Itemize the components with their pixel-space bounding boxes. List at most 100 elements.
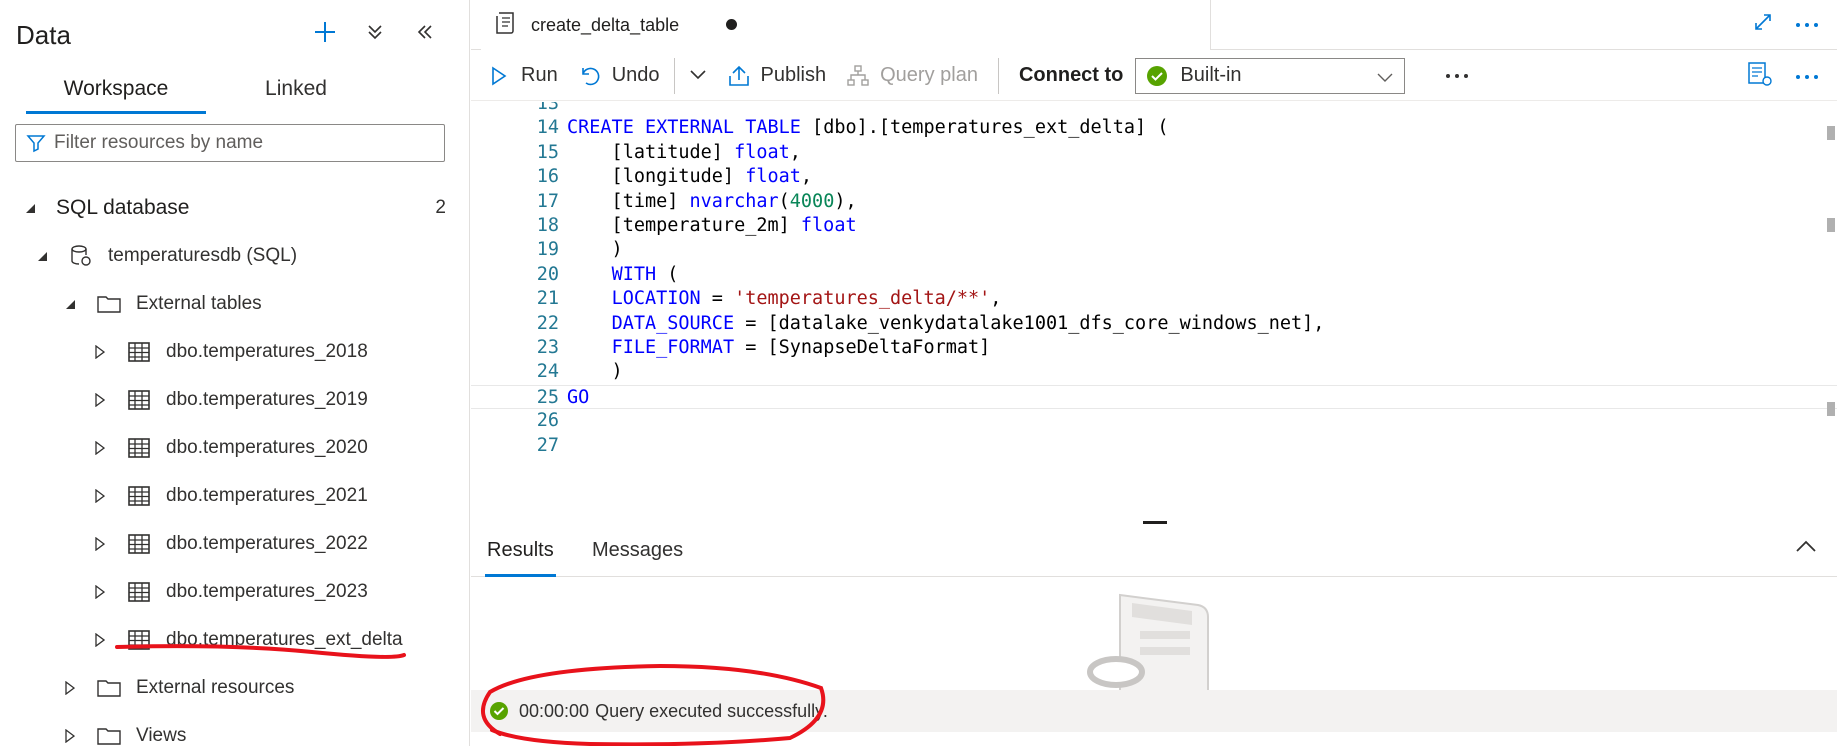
- tree-item-table[interactable]: dbo.temperatures_2021: [0, 476, 469, 516]
- caret-down-icon: [62, 296, 78, 312]
- tree-item-database[interactable]: temperaturesdb (SQL): [0, 236, 469, 276]
- code-line[interactable]: 16 [longitude] float,: [471, 165, 1837, 189]
- code-line[interactable]: 27: [471, 434, 1837, 458]
- code-line[interactable]: 20 WITH (: [471, 263, 1837, 287]
- undo-label: Undo: [611, 64, 660, 86]
- tab-messages[interactable]: Messages: [592, 523, 683, 577]
- filter-box: [15, 124, 445, 162]
- query-plan-button[interactable]: Query plan: [836, 56, 988, 96]
- status-bar: 00:00:00 Query executed successfully.: [471, 690, 1837, 732]
- publish-button[interactable]: Publish: [717, 56, 837, 96]
- toolbar-divider: [673, 57, 675, 94]
- editor-scrollbar[interactable]: [1823, 102, 1837, 520]
- tree-item-table[interactable]: dbo.temperatures_2020: [0, 428, 469, 468]
- code-line[interactable]: 15 [latitude] float,: [471, 141, 1837, 165]
- properties-icon[interactable]: [1747, 61, 1773, 92]
- line-content: GO: [567, 386, 590, 408]
- line-content: LOCATION = 'temperatures_delta/**',: [611, 288, 1002, 310]
- table-icon: [126, 388, 152, 412]
- line-number: 23: [536, 337, 559, 358]
- tree-item-table[interactable]: dbo.temperatures_2022: [0, 524, 469, 564]
- line-number: 19: [536, 239, 559, 261]
- status-message: Query executed successfully.: [595, 700, 828, 721]
- line-number: 18: [536, 215, 559, 236]
- undo-button[interactable]: Undo: [568, 56, 670, 96]
- play-icon: [487, 64, 511, 88]
- code-line[interactable]: 14 CREATE EXTERNAL TABLE [dbo].[temperatu…: [471, 116, 1837, 140]
- caret-right-icon: [92, 440, 108, 456]
- line-number: 13: [536, 102, 559, 114]
- caret-right-icon: [92, 392, 108, 408]
- expand-all-icon[interactable]: [361, 18, 389, 46]
- check-circle-icon: [489, 701, 509, 721]
- add-icon[interactable]: [311, 18, 339, 46]
- tab-linked[interactable]: Linked: [206, 72, 386, 114]
- maximize-icon[interactable]: [1753, 12, 1773, 37]
- chevron-down-icon: [689, 64, 707, 87]
- line-number: 15: [536, 141, 559, 163]
- filter-input[interactable]: [54, 132, 434, 154]
- more-icon[interactable]: [1795, 68, 1819, 86]
- line-number: 26: [536, 410, 559, 432]
- code-line[interactable]: 13: [471, 102, 1837, 116]
- line-content: [longitude] float,: [567, 166, 813, 188]
- tree-item-label: External tables: [136, 293, 262, 314]
- tab-workspace[interactable]: Workspace: [26, 72, 206, 114]
- tree-item-external-resources[interactable]: External resources: [0, 668, 469, 708]
- tree-item-label: dbo.temperatures_2020: [166, 437, 368, 458]
- code-line[interactable]: 26: [471, 409, 1837, 433]
- code-line[interactable]: 18 [temperature_2m] float: [471, 214, 1837, 238]
- section-count: 2: [435, 197, 446, 218]
- folder-icon: [96, 292, 122, 316]
- tree-item-views[interactable]: Views: [0, 716, 469, 746]
- tree-item-external-tables[interactable]: External tables: [0, 284, 469, 324]
- code-line[interactable]: 19 ): [471, 238, 1837, 262]
- results-tab-bar: Results Messages: [471, 523, 1837, 577]
- run-button[interactable]: Run: [477, 56, 568, 96]
- code-line[interactable]: 22 DATA_SOURCE = [datalake_venkydatalake…: [471, 312, 1837, 336]
- connect-to-label: Connect to: [1018, 64, 1124, 86]
- section-sql-database[interactable]: SQL database 2: [0, 188, 469, 228]
- code-line[interactable]: 24 ): [471, 360, 1837, 384]
- script-icon: [495, 11, 517, 40]
- editor-toolbar: Run Undo Publish Query plan Connect to B…: [471, 51, 1837, 101]
- tab-create-delta-table[interactable]: create_delta_table: [481, 0, 1211, 50]
- tree-item-table-ext-delta[interactable]: dbo.temperatures_ext_delta: [0, 620, 469, 660]
- code-line[interactable]: 21 LOCATION = 'temperatures_delta/**',: [471, 287, 1837, 311]
- chevron-up-icon[interactable]: [1795, 539, 1817, 558]
- status-time: 00:00:00: [519, 700, 590, 721]
- collapse-panel-icon[interactable]: [411, 18, 439, 46]
- code-line[interactable]: 23 FILE_FORMAT = [SynapseDeltaFormat]: [471, 336, 1837, 360]
- tree-item-label: External resources: [136, 677, 295, 698]
- line-number: 27: [536, 434, 559, 456]
- tree-item-table[interactable]: dbo.temperatures_2019: [0, 380, 469, 420]
- more-icon[interactable]: [1445, 67, 1469, 85]
- connection-dropdown[interactable]: Built-in: [1135, 57, 1406, 94]
- tree-item-table[interactable]: dbo.temperatures_2023: [0, 572, 469, 612]
- line-number: 20: [536, 263, 559, 285]
- table-icon: [126, 436, 152, 460]
- tree-item-label: dbo.temperatures_2022: [166, 533, 368, 554]
- line-content: ): [567, 239, 623, 261]
- code-line[interactable]: 17 [time] nvarchar(4000),: [471, 190, 1837, 214]
- tab-results[interactable]: Results: [485, 523, 556, 577]
- line-number: 16: [536, 166, 559, 188]
- toolbar-divider: [997, 57, 999, 94]
- tree-item-table[interactable]: dbo.temperatures_2018: [0, 332, 469, 372]
- caret-right-icon: [92, 536, 108, 552]
- undo-dropdown-button[interactable]: [679, 56, 717, 96]
- more-icon[interactable]: [1795, 16, 1819, 34]
- scrollbar-marker: [1827, 126, 1835, 140]
- upload-icon: [727, 64, 751, 88]
- code-editor[interactable]: 13 14 CREATE EXTERNAL TABLE [dbo].[tempera…: [471, 102, 1837, 520]
- tree-item-label: dbo.temperatures_2021: [166, 485, 368, 506]
- line-number: 24: [536, 361, 559, 383]
- editor-tab-strip: create_delta_table: [471, 0, 1837, 50]
- unsaved-dot-icon[interactable]: [726, 19, 737, 30]
- code-line[interactable]: 25 GO: [471, 384, 1837, 410]
- table-icon: [126, 340, 152, 364]
- line-content: WITH (: [611, 263, 679, 285]
- panel-actions: [311, 18, 439, 46]
- caret-right-icon: [92, 584, 108, 600]
- tab-name: create_delta_table: [531, 14, 680, 35]
